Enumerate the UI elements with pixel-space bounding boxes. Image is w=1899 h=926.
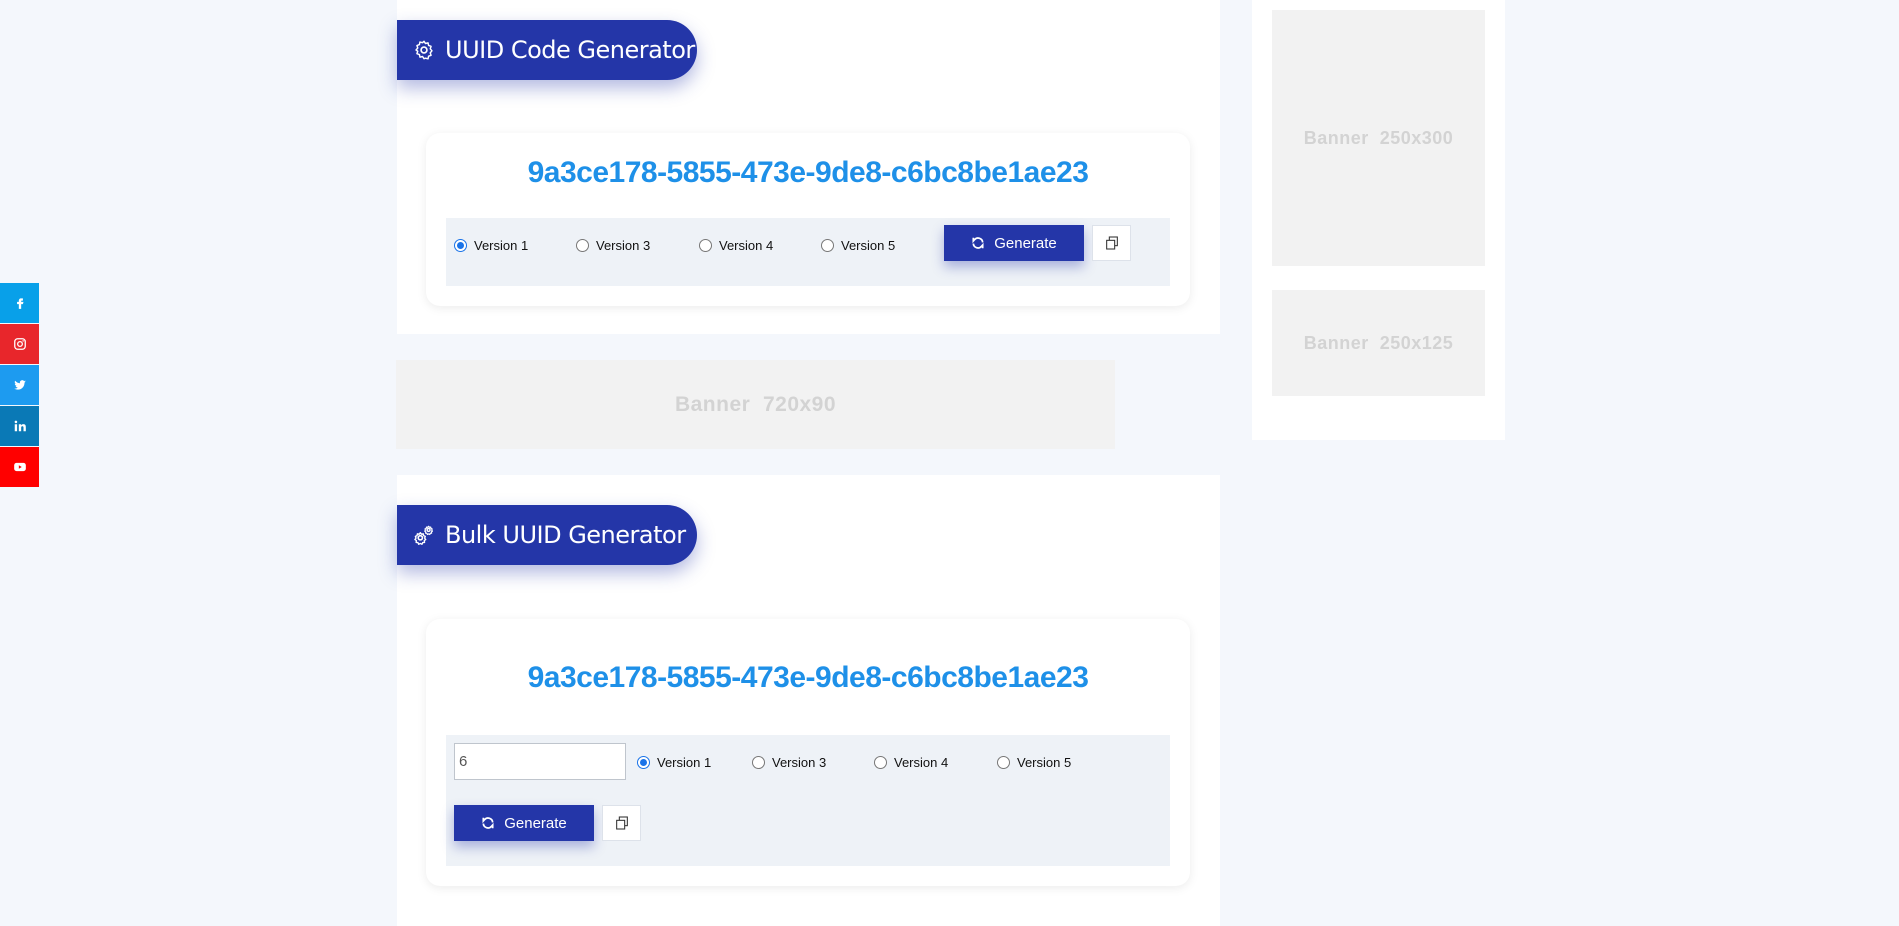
radio-unselected[interactable] (576, 239, 589, 252)
banner-side-small[interactable]: Banner 250x125 (1272, 290, 1485, 396)
banner-side-large[interactable]: Banner 250x300 (1272, 10, 1485, 266)
bulk-version-1-radio[interactable]: Version 1 (637, 755, 711, 770)
refresh-icon (482, 817, 494, 829)
radio-unselected[interactable] (874, 756, 887, 769)
bulk-copy-button[interactable] (602, 805, 641, 841)
uuid-generator-panel: UUID Code Generator 9a3ce178-5855-473e-9… (397, 0, 1220, 334)
version-3-radio[interactable]: Version 3 (576, 238, 650, 253)
banner-leaderboard[interactable]: Banner 720x90 (396, 360, 1115, 449)
side-panel: Banner 250x300 Banner 250x125 (1252, 0, 1505, 440)
radio-selected[interactable] (454, 239, 467, 252)
facebook-link[interactable] (0, 283, 39, 323)
copy-icon (1105, 236, 1118, 250)
uuid-generator-title-text: UUID Code Generator (445, 36, 695, 64)
instagram-link[interactable] (0, 324, 39, 364)
uuid-result-card: 9a3ce178-5855-473e-9de8-c6bc8be1ae23 Ver… (426, 133, 1190, 306)
refresh-icon (972, 237, 984, 249)
gears-icon (413, 524, 435, 546)
twitter-icon (13, 380, 26, 390)
bulk-version-5-radio[interactable]: Version 5 (997, 755, 1071, 770)
youtube-icon (13, 462, 26, 472)
copy-button[interactable] (1092, 225, 1131, 261)
radio-unselected[interactable] (752, 756, 765, 769)
twitter-link[interactable] (0, 365, 39, 405)
bulk-uuid-title: Bulk UUID Generator (397, 505, 697, 565)
version-5-radio[interactable]: Version 5 (821, 238, 895, 253)
bulk-version-3-radio[interactable]: Version 3 (752, 755, 826, 770)
social-sidebar (0, 283, 39, 488)
version-4-radio[interactable]: Version 4 (699, 238, 773, 253)
bulk-uuid-panel: Bulk UUID Generator 9a3ce178-5855-473e-9… (397, 475, 1220, 926)
bulk-version-4-radio[interactable]: Version 4 (874, 755, 948, 770)
bulk-uuid-output: 9a3ce178-5855-473e-9de8-c6bc8be1ae23 (527, 661, 1089, 694)
radio-unselected[interactable] (997, 756, 1010, 769)
linkedin-icon (14, 420, 26, 432)
bulk-uuid-title-text: Bulk UUID Generator (445, 521, 686, 549)
bulk-result-card: 9a3ce178-5855-473e-9de8-c6bc8be1ae23 6 V… (426, 619, 1190, 886)
linkedin-link[interactable] (0, 406, 39, 446)
instagram-icon (13, 338, 26, 350)
youtube-link[interactable] (0, 447, 39, 487)
radio-selected[interactable] (637, 756, 650, 769)
uuid-output: 9a3ce178-5855-473e-9de8-c6bc8be1ae23 (527, 156, 1089, 189)
uuid-generator-title: UUID Code Generator (397, 20, 697, 80)
radio-unselected[interactable] (821, 239, 834, 252)
count-input[interactable]: 6 (454, 743, 626, 780)
radio-unselected[interactable] (699, 239, 712, 252)
copy-icon (615, 816, 628, 830)
uuid-controls: Version 1 Version 3 Version 4 Version 5 … (446, 218, 1170, 286)
gear-icon (413, 39, 435, 61)
bulk-generate-button[interactable]: Generate (454, 805, 594, 841)
version-1-radio[interactable]: Version 1 (454, 238, 528, 253)
facebook-icon (16, 298, 23, 309)
bulk-controls: 6 Version 1 Version 3 Version 4 Version … (446, 735, 1170, 866)
generate-button[interactable]: Generate (944, 225, 1084, 261)
